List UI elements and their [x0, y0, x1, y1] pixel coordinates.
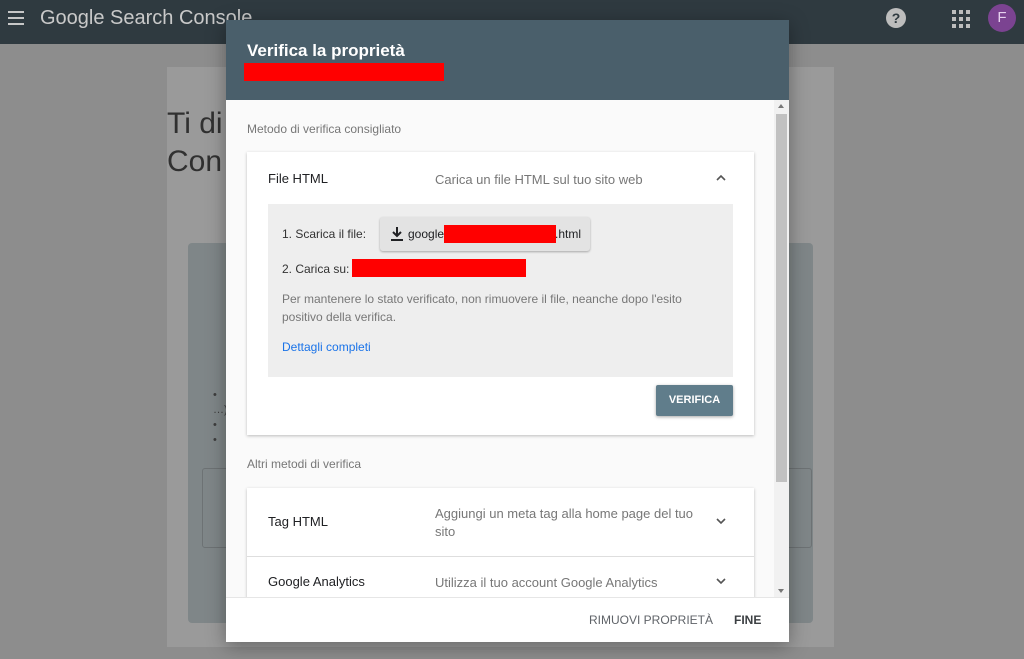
- method-description: Utilizza il tuo account Google Analytics: [435, 575, 658, 590]
- dialog-scrollbar[interactable]: [774, 100, 789, 597]
- chevron-down-icon[interactable]: [714, 574, 728, 588]
- dialog-header: Verifica la proprietà: [226, 20, 789, 100]
- html-file-steps-panel: 1. Scarica il file: google .html 2. Cari…: [268, 204, 733, 377]
- menu-icon[interactable]: [8, 11, 24, 25]
- remove-property-button[interactable]: RIMUOVI PROPRIETÀ: [589, 613, 713, 627]
- dialog-body: Metodo di verifica consigliato File HTML…: [226, 100, 789, 597]
- help-icon[interactable]: ?: [886, 8, 906, 28]
- method-card-html-file: File HTML Carica un file HTML sul tuo si…: [247, 152, 754, 435]
- chevron-down-icon[interactable]: [714, 514, 728, 528]
- background-heading: Ti di Con: [167, 105, 223, 181]
- apps-grid-icon[interactable]: [952, 10, 970, 28]
- method-header-html-file[interactable]: File HTML Carica un file HTML sul tuo si…: [247, 152, 754, 204]
- scroll-up-arrow-icon[interactable]: [778, 104, 784, 108]
- method-header-google-analytics[interactable]: Google Analytics Utilizza il tuo account…: [247, 556, 754, 597]
- download-filename-suffix: .html: [555, 227, 582, 241]
- dialog-footer: RIMUOVI PROPRIETÀ FINE: [226, 597, 789, 642]
- property-url-redacted: [244, 63, 444, 81]
- method-name: Tag HTML: [268, 514, 328, 529]
- download-file-button[interactable]: google .html: [380, 217, 590, 251]
- background-heading-line2: Con: [167, 145, 223, 178]
- chevron-up-icon[interactable]: [714, 171, 728, 185]
- filename-redacted: [444, 225, 556, 243]
- method-description: Aggiungi un meta tag alla home page del …: [435, 506, 694, 539]
- done-button[interactable]: FINE: [734, 613, 761, 627]
- method-name: Google Analytics: [268, 574, 365, 589]
- avatar[interactable]: F: [988, 4, 1016, 32]
- download-icon: [391, 227, 403, 241]
- step2-label: 2. Carica su:: [282, 262, 350, 276]
- upload-url-redacted: [352, 259, 526, 277]
- recommended-method-label: Metodo di verifica consigliato: [247, 122, 402, 136]
- method-header-html-tag[interactable]: Tag HTML Aggiungi un meta tag alla home …: [247, 488, 754, 556]
- other-methods-list: Tag HTML Aggiungi un meta tag alla home …: [247, 488, 754, 597]
- method-description: Carica un file HTML sul tuo sito web: [435, 172, 643, 187]
- method-name: File HTML: [268, 171, 328, 186]
- full-details-link[interactable]: Dettagli completi: [282, 340, 371, 354]
- keep-file-note: Per mantenere lo stato verificato, non r…: [282, 292, 682, 324]
- background-heading-line1: Ti di: [167, 107, 223, 140]
- scroll-down-arrow-icon[interactable]: [778, 589, 784, 593]
- dialog-title: Verifica la proprietà: [247, 41, 405, 60]
- app-title: Google Search Console: [40, 7, 253, 29]
- download-filename-prefix: google: [408, 227, 445, 241]
- scrollbar-thumb[interactable]: [776, 114, 787, 482]
- verify-property-dialog: Verifica la proprietà Metodo di verifica…: [226, 20, 789, 642]
- step1-label: 1. Scarica il file:: [282, 227, 367, 241]
- other-methods-label: Altri metodi di verifica: [247, 457, 362, 471]
- verify-button[interactable]: VERIFICA: [656, 385, 733, 416]
